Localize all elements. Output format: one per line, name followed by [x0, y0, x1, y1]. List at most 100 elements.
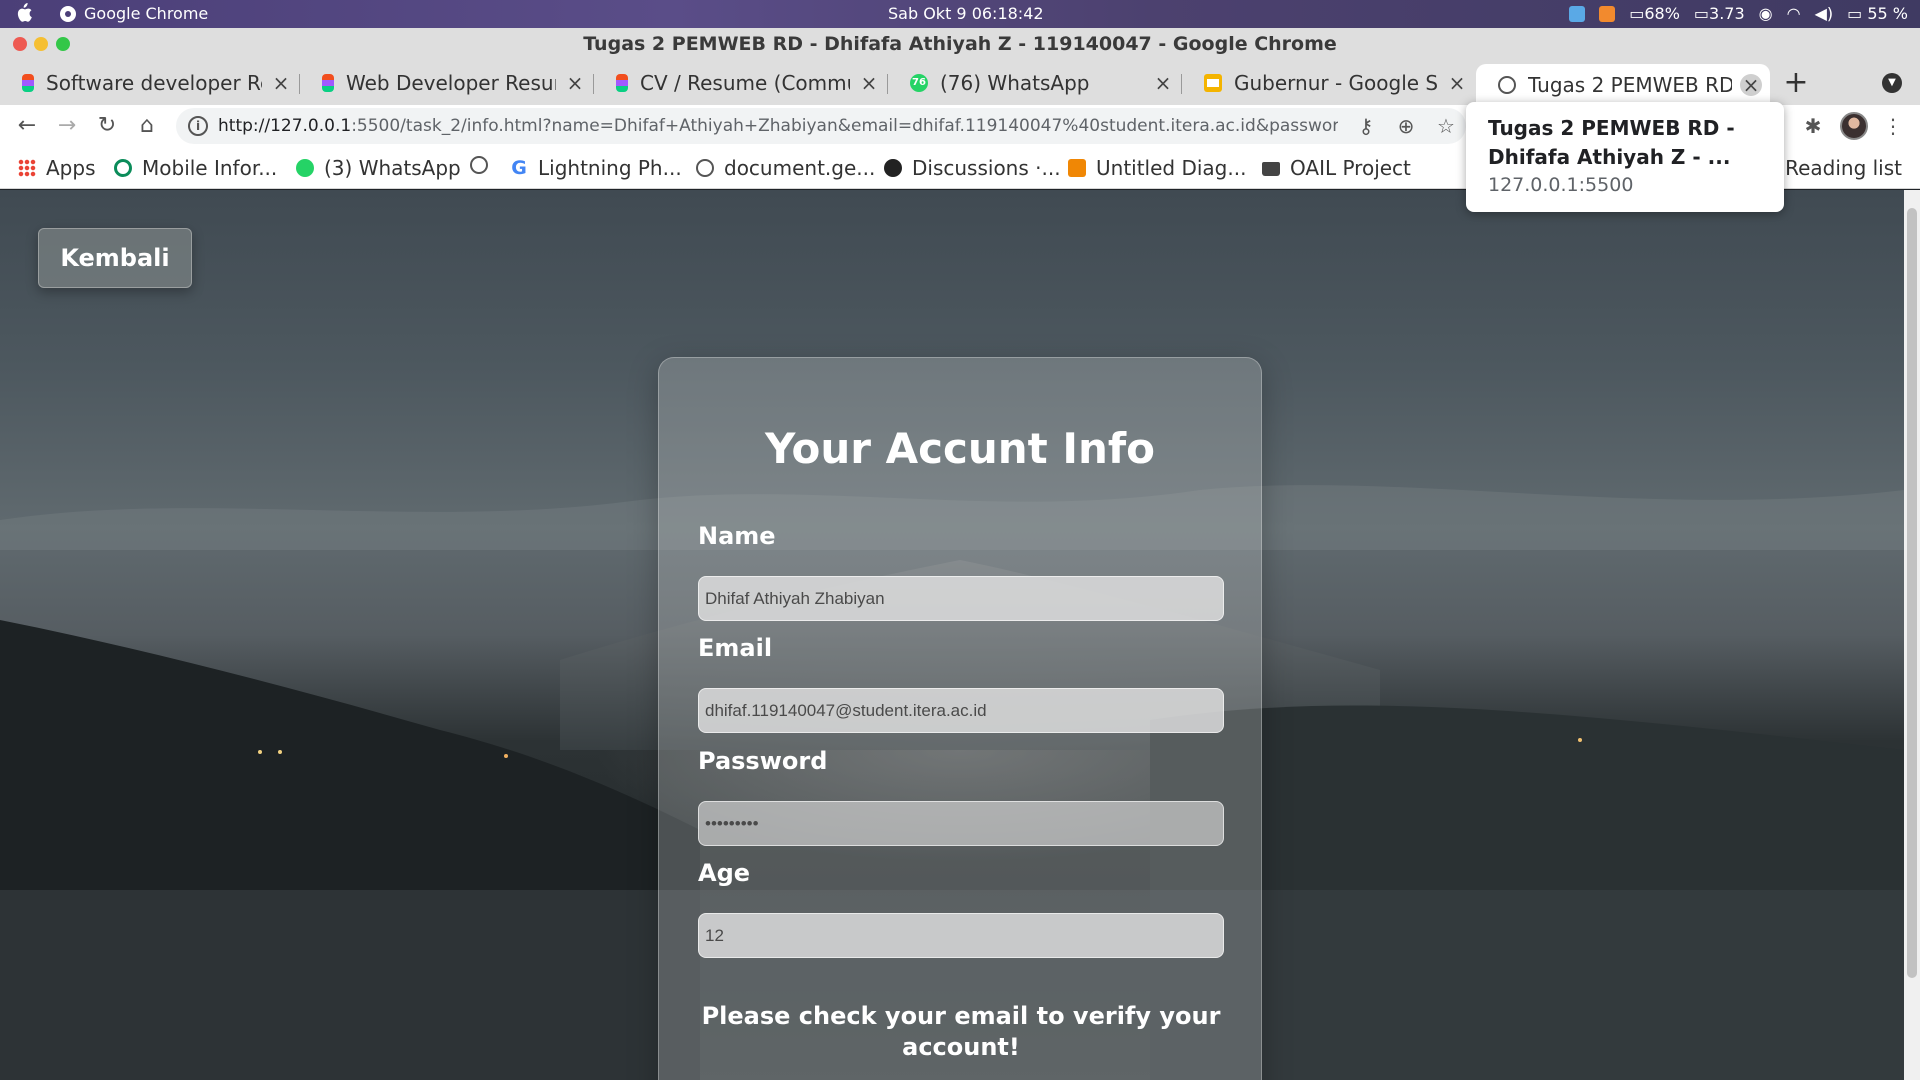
- kembali-button[interactable]: Kembali: [38, 228, 192, 288]
- bookmark-lightning[interactable]: G Lightning Ph...: [510, 156, 682, 180]
- load-indicator[interactable]: ▭3.73: [1694, 4, 1745, 23]
- google-icon: G: [511, 157, 527, 179]
- figma-icon: [322, 74, 334, 92]
- extensions-icon[interactable]: ✱: [1800, 113, 1826, 139]
- cpu-value: 68%: [1644, 4, 1680, 23]
- bookmark-label: Discussions ·...: [912, 156, 1061, 180]
- volume-icon[interactable]: ◀): [1815, 4, 1834, 23]
- tab-label: CV / Resume (Commun: [640, 71, 850, 95]
- url-text[interactable]: http://127.0.0.1:5500/task_2/info.html?n…: [218, 116, 1338, 136]
- tab-close-icon[interactable]: ×: [564, 72, 586, 94]
- bookmark-untitled-diagram[interactable]: Untitled Diag...: [1068, 156, 1246, 180]
- window-title: Tugas 2 PEMWEB RD - Dhifafa Athiyah Z - …: [583, 33, 1337, 55]
- tab-label: Gubernur - Google Slide: [1234, 71, 1438, 95]
- bookmark-label: OAIL Project: [1290, 156, 1411, 180]
- whatsapp-icon: 76: [910, 74, 928, 92]
- tab-search-icon[interactable]: ▼: [1882, 73, 1902, 93]
- account-info-card: Your Accunt Info Name Email Password Age…: [658, 357, 1262, 1080]
- email-field[interactable]: [698, 688, 1224, 733]
- key-icon[interactable]: ⚷: [1354, 114, 1378, 138]
- os-app-name: Google Chrome: [84, 4, 209, 23]
- bookmark-mobile-info[interactable]: Mobile Infor...: [114, 156, 277, 180]
- globe-icon: [696, 159, 714, 177]
- chrome-icon: [60, 5, 76, 22]
- tab-cv-resume[interactable]: CV / Resume (Commun ×: [594, 64, 888, 102]
- home-icon[interactable]: ⌂: [134, 113, 160, 139]
- tab-close-icon[interactable]: ×: [1740, 73, 1762, 96]
- bookmark-label: Untitled Diag...: [1096, 156, 1247, 180]
- tab-close-icon[interactable]: ×: [270, 72, 292, 94]
- reading-list-button[interactable]: Reading list: [1785, 156, 1902, 180]
- bookmark-oail-project[interactable]: OAIL Project: [1262, 156, 1411, 180]
- accessibility-icon[interactable]: ◉: [1759, 4, 1773, 23]
- tab-tugas-2-active[interactable]: Tugas 2 PEMWEB RD - D ×: [1476, 64, 1770, 105]
- tab-whatsapp[interactable]: 76 (76) WhatsApp ×: [888, 64, 1182, 102]
- address-bar[interactable]: i http://127.0.0.1:5500/task_2/info.html…: [176, 108, 1466, 144]
- name-label: Name: [698, 522, 776, 550]
- window-titlebar: Tugas 2 PEMWEB RD - Dhifafa Athiyah Z - …: [0, 28, 1920, 60]
- apps-icon: [18, 159, 36, 177]
- github-icon: [884, 159, 902, 177]
- profile-avatar[interactable]: [1840, 112, 1868, 140]
- globe-icon: [1498, 75, 1516, 94]
- tab-strip: Software developer Re × Web Developer Re…: [0, 60, 1920, 105]
- site-info-icon[interactable]: i: [188, 116, 208, 136]
- bookmark-whatsapp[interactable]: (3) WhatsApp: [296, 156, 461, 180]
- app-indicator-icon[interactable]: [1599, 5, 1616, 22]
- bookmark-label: document.ge...: [724, 156, 876, 180]
- forward-arrow-icon[interactable]: →: [54, 113, 80, 139]
- globe-icon: [470, 156, 488, 174]
- verify-email-message: Please check your email to verify your a…: [701, 1002, 1221, 1061]
- page-scrollbar[interactable]: [1904, 190, 1920, 1080]
- tab-google-slides[interactable]: Gubernur - Google Slide ×: [1182, 64, 1476, 102]
- bookmark-label: Apps: [46, 156, 96, 180]
- url-path: :5500/task_2/info.html?name=Dhifaf+Athiy…: [351, 116, 1338, 136]
- password-field[interactable]: [698, 801, 1224, 846]
- tab-label: Web Developer Resume: [346, 71, 556, 95]
- tab-hover-card: Tugas 2 PEMWEB RD - Dhifafa Athiyah Z - …: [1466, 102, 1784, 212]
- os-top-bar: Google Chrome Sab Okt 9 06:18:42 ▭68% ▭3…: [0, 0, 1920, 28]
- battery-value: 55 %: [1867, 4, 1908, 23]
- tab-web-developer-resume[interactable]: Web Developer Resume ×: [300, 64, 594, 102]
- bookmark-apps[interactable]: Apps: [18, 156, 96, 180]
- age-field[interactable]: [698, 913, 1224, 958]
- scrollbar-thumb[interactable]: [1907, 208, 1917, 978]
- os-clock[interactable]: Sab Okt 9 06:18:42: [888, 4, 1044, 23]
- tab-software-developer[interactable]: Software developer Re ×: [0, 64, 300, 102]
- tab-label: Tugas 2 PEMWEB RD - D: [1528, 72, 1732, 97]
- zoom-icon[interactable]: ⊕: [1394, 114, 1418, 138]
- wifi-icon[interactable]: ◠: [1787, 4, 1801, 23]
- system-tray: ▭68% ▭3.73 ◉ ◠ ◀) ▭ 55 %: [1569, 4, 1908, 23]
- load-value: 3.73: [1709, 4, 1745, 23]
- back-arrow-icon[interactable]: ←: [14, 113, 40, 139]
- email-label: Email: [698, 634, 773, 662]
- os-active-app[interactable]: Google Chrome: [60, 4, 208, 23]
- bookmark-globe[interactable]: [470, 156, 488, 174]
- diagram-icon: [1068, 159, 1086, 177]
- bookmark-document[interactable]: document.ge...: [696, 156, 875, 180]
- url-host: http://127.0.0.1: [218, 116, 352, 136]
- name-field[interactable]: [698, 576, 1224, 621]
- new-tab-button[interactable]: +: [1780, 68, 1812, 100]
- reload-icon[interactable]: ↻: [94, 113, 120, 139]
- cpu-indicator[interactable]: ▭68%: [1629, 4, 1680, 23]
- star-icon[interactable]: ☆: [1434, 114, 1458, 138]
- hover-card-url: 127.0.0.1:5500: [1488, 174, 1634, 196]
- battery-indicator[interactable]: ▭ 55 %: [1847, 4, 1908, 23]
- tab-close-icon[interactable]: ×: [858, 72, 880, 94]
- figma-icon: [616, 74, 628, 92]
- mobile-info-icon: [114, 159, 132, 177]
- bookmark-discussions[interactable]: Discussions ·...: [884, 156, 1061, 180]
- bookmark-label: Lightning Ph...: [538, 156, 682, 180]
- tab-close-icon[interactable]: ×: [1152, 72, 1174, 94]
- slack-icon[interactable]: [1569, 5, 1586, 22]
- age-label: Age: [698, 859, 751, 887]
- bookmark-label: Mobile Infor...: [142, 156, 278, 180]
- whatsapp-icon: [296, 159, 314, 177]
- page-title: Your Accunt Info: [764, 424, 1156, 473]
- tab-close-icon[interactable]: ×: [1446, 72, 1468, 94]
- menu-kebab-icon[interactable]: ⋮: [1880, 113, 1906, 139]
- slides-icon: [1204, 74, 1222, 92]
- bookmark-label: (3) WhatsApp: [324, 156, 461, 180]
- apple-icon[interactable]: [14, 3, 32, 23]
